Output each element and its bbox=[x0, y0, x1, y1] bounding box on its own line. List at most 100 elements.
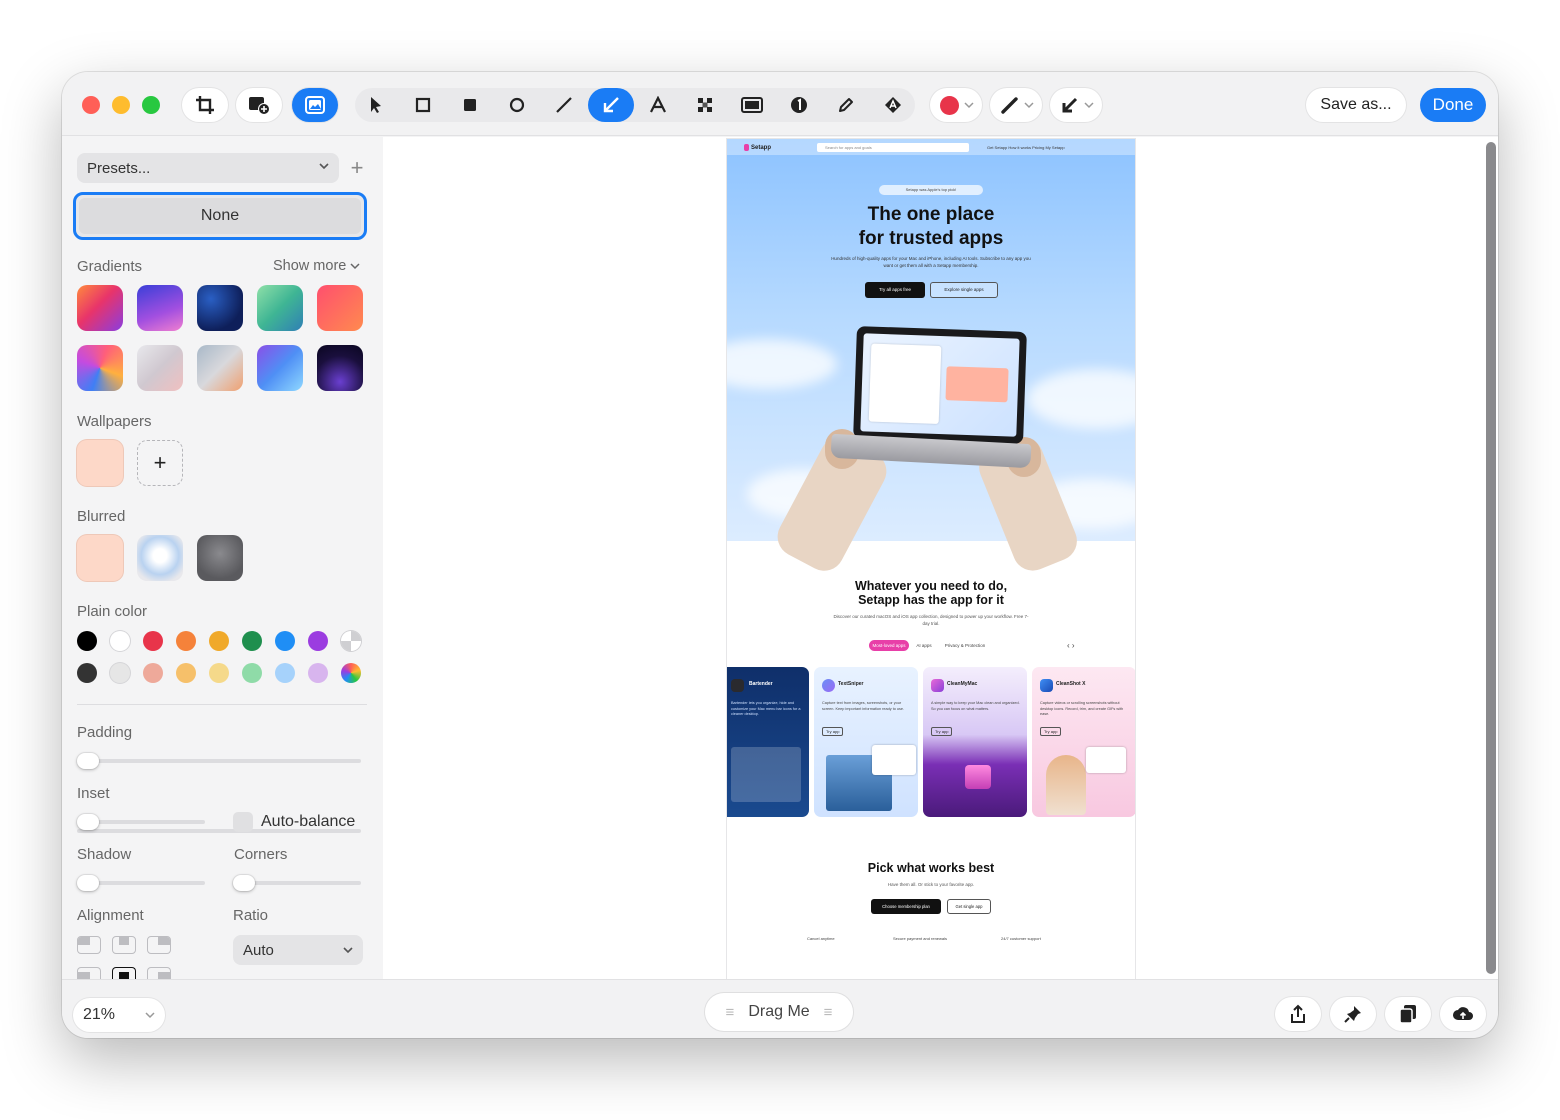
plain-color-light-red[interactable] bbox=[143, 663, 163, 683]
copy-button[interactable] bbox=[1385, 997, 1431, 1031]
align-center[interactable] bbox=[112, 967, 136, 979]
zoom-value: 21% bbox=[83, 1006, 116, 1023]
gradient-swatch-1[interactable] bbox=[77, 285, 123, 331]
save-as-button[interactable]: Save as... bbox=[1306, 88, 1406, 122]
add-image-button[interactable] bbox=[236, 88, 282, 122]
text-tool[interactable] bbox=[637, 88, 679, 122]
pixelate-icon bbox=[698, 98, 712, 112]
cloud-upload-button[interactable] bbox=[1440, 997, 1486, 1031]
share-icon bbox=[1291, 1004, 1305, 1023]
preview-nav-logo: Setapp bbox=[751, 145, 772, 151]
preview-card-body: Capture text from images, screenshots, o… bbox=[822, 701, 905, 711]
screenshot-preview[interactable]: Setapp Search for apps and goals Get Set… bbox=[727, 139, 1135, 979]
gradient-swatch-2[interactable] bbox=[137, 285, 183, 331]
select-tool[interactable] bbox=[355, 88, 397, 122]
plain-color-light-gray[interactable] bbox=[110, 663, 130, 683]
plain-color-orange[interactable] bbox=[176, 631, 196, 651]
plain-color-light-orange[interactable] bbox=[176, 663, 196, 683]
gradient-swatch-5[interactable] bbox=[317, 285, 363, 331]
canvas-scrollbar[interactable] bbox=[1486, 142, 1496, 974]
presets-label: Presets... bbox=[87, 159, 151, 177]
preview-hero-title-line1: The one place bbox=[867, 204, 995, 225]
number-one-icon bbox=[791, 97, 807, 113]
background-image-icon bbox=[305, 96, 325, 114]
drag-handle-icon: ≡ bbox=[725, 1003, 735, 1021]
gradient-swatch-8[interactable] bbox=[197, 345, 243, 391]
plain-color-purple[interactable] bbox=[308, 631, 328, 651]
auto-balance-checkbox[interactable] bbox=[233, 812, 253, 832]
plain-color-light-green[interactable] bbox=[242, 663, 262, 683]
align-top-left[interactable] bbox=[77, 936, 101, 954]
done-button[interactable]: Done bbox=[1420, 88, 1486, 122]
gradient-swatch-4[interactable] bbox=[257, 285, 303, 331]
show-more-button[interactable]: Show more bbox=[273, 258, 360, 274]
align-top-right[interactable] bbox=[147, 936, 171, 954]
rectangle-outline-tool[interactable] bbox=[402, 88, 444, 122]
add-wallpaper-button[interactable]: + bbox=[137, 440, 183, 486]
blurred-heading: Blurred bbox=[77, 508, 126, 525]
plain-color-light-purple[interactable] bbox=[308, 663, 328, 683]
shadow-slider-knob[interactable] bbox=[77, 875, 99, 891]
gradient-swatch-7[interactable] bbox=[137, 345, 183, 391]
plain-color-light-blue[interactable] bbox=[275, 663, 295, 683]
zoom-select[interactable]: 21% bbox=[73, 998, 165, 1032]
plain-color-yellow[interactable] bbox=[209, 631, 229, 651]
line-icon bbox=[556, 97, 572, 113]
plain-color-red[interactable] bbox=[143, 631, 163, 651]
crop-button[interactable] bbox=[182, 88, 228, 122]
align-middle-right[interactable] bbox=[147, 967, 171, 979]
gradient-swatch-10[interactable] bbox=[317, 345, 363, 391]
close-window-button[interactable] bbox=[82, 96, 100, 114]
align-middle-left[interactable] bbox=[77, 967, 101, 979]
gradient-swatch-9[interactable] bbox=[257, 345, 303, 391]
arrow-style-icon bbox=[1062, 97, 1078, 113]
padding-slider[interactable] bbox=[77, 759, 361, 763]
background-button[interactable] bbox=[292, 88, 338, 122]
line-tool[interactable] bbox=[543, 88, 585, 122]
blurred-swatch-peach[interactable] bbox=[77, 535, 123, 581]
plain-color-dark-gray[interactable] bbox=[77, 663, 97, 683]
arrow-tool[interactable] bbox=[588, 88, 634, 122]
pencil-tool[interactable] bbox=[825, 88, 867, 122]
inset-slider-knob[interactable] bbox=[77, 814, 99, 830]
pin-button[interactable] bbox=[1330, 997, 1376, 1031]
plain-color-black[interactable] bbox=[77, 631, 97, 651]
none-background-button[interactable]: None bbox=[73, 192, 367, 240]
minimize-window-button[interactable] bbox=[112, 96, 130, 114]
stroke-width-button[interactable] bbox=[990, 88, 1042, 122]
maximize-window-button[interactable] bbox=[142, 96, 160, 114]
arrow-style-button[interactable] bbox=[1050, 88, 1102, 122]
add-preset-button[interactable]: + bbox=[346, 153, 368, 183]
ratio-select[interactable]: Auto bbox=[233, 935, 363, 965]
pixelate-tool[interactable] bbox=[684, 88, 726, 122]
auto-redact-tool[interactable] bbox=[872, 88, 914, 122]
corners-slider-knob[interactable] bbox=[233, 875, 255, 891]
chevron-down-icon bbox=[1084, 102, 1094, 109]
plain-color-green[interactable] bbox=[242, 631, 262, 651]
gradient-swatch-3[interactable] bbox=[197, 285, 243, 331]
padding-slider-knob[interactable] bbox=[77, 753, 99, 769]
pencil-icon bbox=[839, 98, 853, 112]
blurred-swatch-dark[interactable] bbox=[197, 535, 243, 581]
plain-color-white[interactable] bbox=[110, 631, 130, 651]
highlight-tool[interactable] bbox=[731, 88, 773, 122]
blurred-swatch-light[interactable] bbox=[137, 535, 183, 581]
share-button[interactable] bbox=[1275, 997, 1321, 1031]
drag-me-handle[interactable]: ≡ Drag Me ≡ bbox=[705, 993, 853, 1031]
sidebar-divider bbox=[77, 704, 367, 705]
gradient-swatch-6[interactable] bbox=[77, 345, 123, 391]
plain-color-transparent[interactable] bbox=[341, 631, 361, 651]
align-top-center[interactable] bbox=[112, 936, 136, 954]
cursor-arrow-icon bbox=[371, 97, 381, 113]
wallpaper-swatch-peach[interactable] bbox=[77, 440, 123, 486]
rectangle-filled-tool[interactable] bbox=[449, 88, 491, 122]
counter-tool[interactable] bbox=[778, 88, 820, 122]
custom-color-wheel-button[interactable] bbox=[341, 663, 361, 683]
plain-color-blue[interactable] bbox=[275, 631, 295, 651]
plain-color-light-yellow[interactable] bbox=[209, 663, 229, 683]
ellipse-tool[interactable] bbox=[496, 88, 538, 122]
inset-heading: Inset bbox=[77, 785, 110, 802]
preview-section3-primary-button: Choose membership plan bbox=[871, 899, 941, 914]
presets-select[interactable]: Presets... bbox=[77, 153, 339, 183]
color-picker-button[interactable] bbox=[930, 88, 982, 122]
